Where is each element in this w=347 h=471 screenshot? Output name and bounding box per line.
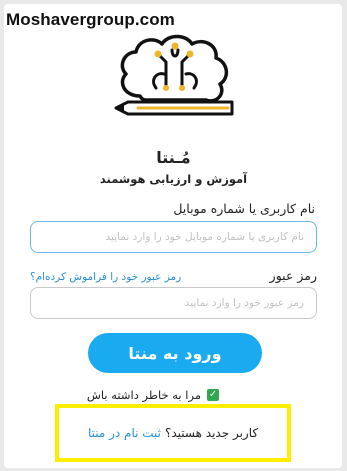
checkbox-checked-icon[interactable]: ✓ bbox=[207, 389, 219, 401]
brain-pencil-logo bbox=[114, 34, 234, 116]
remember-me[interactable]: ✓ مرا به خاطر داشته باش bbox=[87, 388, 219, 402]
signup-question: کاربر جدید هستید؟ bbox=[165, 426, 259, 440]
remember-me-label: مرا به خاطر داشته باش bbox=[86, 388, 201, 402]
signup-prompt: کاربر جدید هستید؟ ثبت نام در منتا bbox=[55, 404, 291, 462]
password-label: رمز عبور bbox=[269, 268, 317, 283]
brand-tagline: آموزش و ارزیابی هوشمند bbox=[99, 172, 248, 186]
signup-link[interactable]: ثبت نام در منتا bbox=[88, 426, 161, 440]
login-button[interactable]: ورود به منتا bbox=[88, 333, 262, 373]
logo-area: مُـنتا آموزش و ارزیابی هوشمند bbox=[0, 28, 347, 186]
username-input[interactable] bbox=[30, 221, 317, 253]
forgot-password-link[interactable]: رمز عبور خود را فراموش کرده‌ام؟ bbox=[30, 271, 181, 283]
brand-name: مُـنتا bbox=[156, 148, 191, 167]
watermark-text: Moshavergroup.com bbox=[6, 10, 175, 29]
username-label: نام کاربری یا شماره موبایل bbox=[173, 201, 315, 216]
password-input[interactable] bbox=[30, 287, 317, 319]
